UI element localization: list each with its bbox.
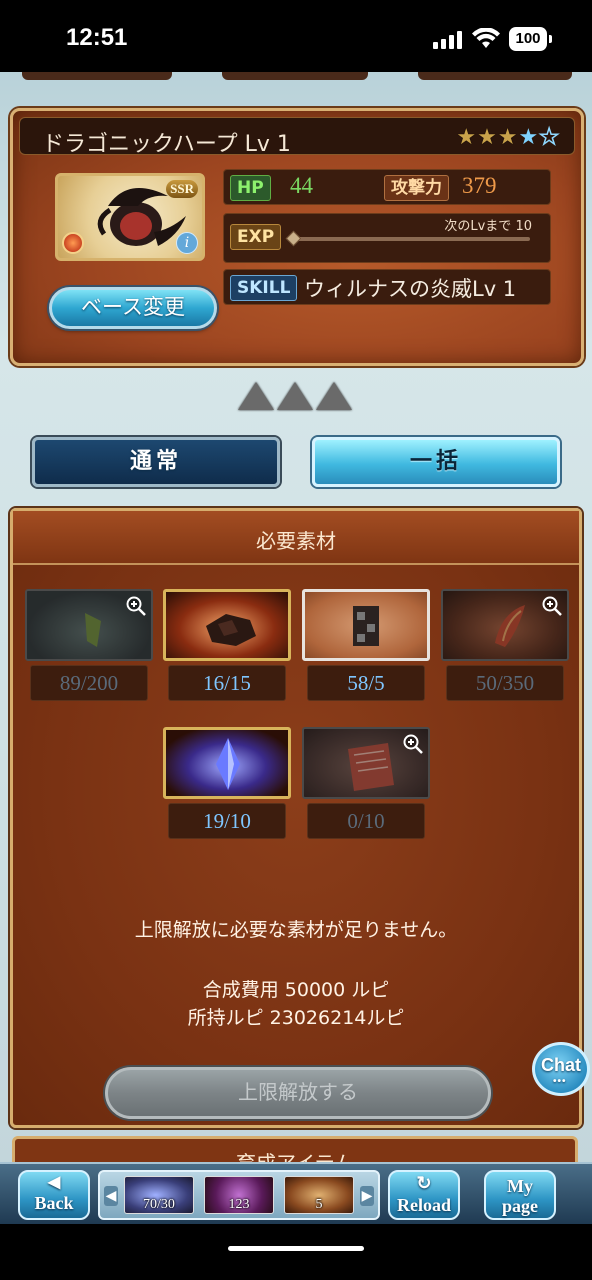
back-label: Back [34,1193,74,1213]
top-tab-remnants [0,72,592,80]
skill-name: ウィルナスの炎威Lv 1 [304,277,517,301]
chat-button[interactable]: Chat ••• [532,1042,590,1096]
chat-label: Chat [541,1055,581,1075]
game-area: ドラゴニックハープ Lv 1 ★★★★★ SSR i ベース変更 HP 44 攻… [0,72,592,1162]
mypage-label-line1: My [507,1176,533,1196]
strip-item[interactable]: 70/30 [124,1176,194,1214]
exp-next-level: 次のLvまで 10 [444,219,532,234]
mypage-label-line2: page [502,1196,538,1216]
material-item[interactable]: 58/5 [302,589,432,701]
material-thumbnail [302,589,430,661]
skill-label: SKILL [230,275,298,301]
hp-label: HP [230,175,271,201]
mypage-label: My page [486,1176,554,1216]
reload-icon: ↻ [416,1173,432,1193]
weapon-panel: ドラゴニックハープ Lv 1 ★★★★★ SSR i ベース変更 HP 44 攻… [10,108,584,366]
exp-label: EXP [230,224,282,250]
star-empty-icon: ★ [539,124,560,151]
synthesis-cost: 合成費用 50000 ルピ [202,979,390,1001]
exp-progress-bar [290,237,530,241]
material-item[interactable]: 16/15 [163,589,293,701]
owned-rupie: 所持ルピ 23026214ルピ [187,1007,405,1029]
exp-row: EXP 次のLvまで 10 [223,213,551,263]
material-item[interactable]: 89/200 [25,589,155,701]
strip-item[interactable]: 123 [204,1176,274,1214]
atk-label: 攻撃力 [384,175,449,201]
battery-icon: 100 [509,27,552,51]
hp-atk-row: HP 44 攻撃力 379 [223,169,551,205]
mypage-button[interactable]: My page [484,1170,556,1220]
status-bar: 12:51 100 [0,0,592,72]
star-blue-icon: ★ [518,125,540,150]
insufficient-materials-message: 上限解放に必要な素材が足りません。 [134,919,458,941]
mode-normal-button[interactable]: 通常 [32,437,280,487]
star-filled-icon: ★ [477,125,498,150]
home-indicator-area [0,1224,592,1280]
back-button[interactable]: ◀ Back [18,1170,90,1220]
cube-material-icon [353,606,379,646]
hp-value: 44 [290,173,313,198]
crystal-material-icon [216,738,240,790]
base-change-button[interactable]: ベース変更 [49,287,217,329]
material-thumbnail [302,727,430,799]
chat-dots-icon: ••• [553,1076,567,1087]
weapon-title-bar: ドラゴニックハープ Lv 1 ★★★★★ [19,117,575,157]
bottom-nav: ◀ Back ◀ 70/30 123 5 ▶ ↻ Reload My page [0,1162,592,1224]
material-count: 89/200 [30,665,148,701]
training-items-title: 育成アイテム [15,1147,575,1162]
uncap-button[interactable]: 上限解放する [105,1067,491,1119]
weapon-name: ドラゴニックハープ Lv 1 [42,132,291,157]
wifi-icon [472,28,500,48]
materials-panel: 必要素材 89/200 16/15 58/5 50/350 19/10 0/10… [10,508,582,1128]
uncap-triangle-icon [238,382,274,410]
status-time: 12:51 [66,24,128,51]
ore-material-icon [206,614,256,646]
strip-item-count: 123 [228,1197,250,1212]
materials-header: 必要素材 [13,511,579,565]
strip-left-arrow-icon[interactable]: ◀ [104,1186,118,1206]
materials-title: 必要素材 [256,529,336,553]
star-filled-icon: ★ [497,125,519,150]
skill-row[interactable]: SKILL ウィルナスの炎威Lv 1 [223,269,551,305]
zoom-icon[interactable] [541,595,563,617]
uncap-triangle-icon [316,382,352,410]
material-item[interactable]: 50/350 [441,589,571,701]
star-filled-icon: ★ [456,125,478,150]
reload-label: Reload [397,1195,451,1215]
material-count: 58/5 [307,665,425,701]
rarity-stars: ★★★★★ [456,124,560,151]
material-count: 0/10 [307,803,425,839]
rarity-badge: SSR [166,180,198,198]
cellular-signal-icon [433,31,463,49]
item-shortcut-strip: ◀ 70/30 123 5 ▶ [98,1170,380,1220]
uncap-level-indicator [238,382,356,416]
material-item[interactable]: 0/10 [302,727,432,839]
strip-item[interactable]: 5 [284,1176,354,1214]
material-thumbnail [163,727,291,799]
uncap-triangle-icon [277,382,313,410]
exp-progress-marker [285,230,302,247]
material-item[interactable]: 19/10 [163,727,293,839]
material-count: 16/15 [168,665,286,701]
zoom-icon[interactable] [125,595,147,617]
zoom-icon[interactable] [402,733,424,755]
back-arrow-icon: ◀ [47,1174,61,1191]
mode-bulk-button[interactable]: 一括 [312,437,560,487]
material-thumbnail [441,589,569,661]
material-thumbnail [163,589,291,661]
material-count: 19/10 [168,803,286,839]
weapon-image[interactable]: SSR i [55,173,205,261]
atk-value: 379 [462,173,497,198]
material-count: 50/350 [446,665,564,701]
training-items-panel: 育成アイテム [12,1136,578,1162]
strip-item-count: 70/30 [143,1197,175,1212]
fire-element-icon [62,232,84,254]
strip-item-count: 5 [315,1197,323,1212]
reload-button[interactable]: ↻ Reload [388,1170,460,1220]
strip-right-arrow-icon[interactable]: ▶ [360,1186,374,1206]
home-indicator[interactable] [228,1246,364,1251]
material-thumbnail [25,589,153,661]
info-icon[interactable]: i [176,232,198,254]
